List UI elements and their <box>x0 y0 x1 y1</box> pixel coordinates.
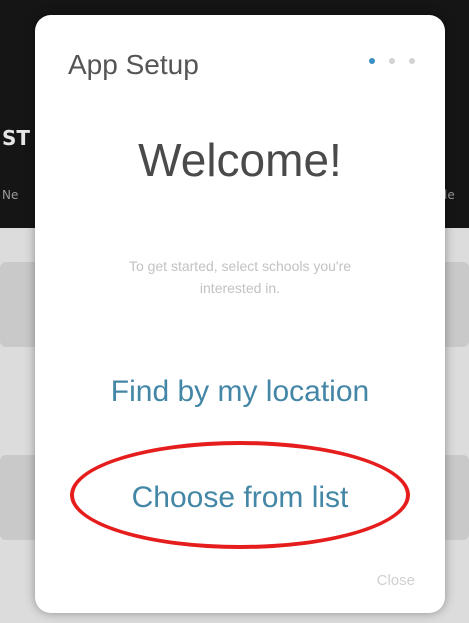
welcome-heading: Welcome! <box>138 134 342 186</box>
page-dot-active <box>369 58 375 64</box>
app-setup-dialog: App Setup Welcome! To get started, selec… <box>35 15 445 613</box>
choose-from-list-button[interactable]: Choose from list <box>35 481 445 515</box>
background-text-fragment: Ne <box>2 188 19 202</box>
page-dot <box>409 58 415 64</box>
background-text-fragment: le <box>444 188 455 202</box>
page-dot <box>389 58 395 64</box>
page-indicator <box>369 58 415 64</box>
find-by-location-button[interactable]: Find by my location <box>35 375 445 409</box>
instructions-text: To get started, select schools you're in… <box>128 258 352 296</box>
background-text-fragment: ST <box>2 126 31 150</box>
close-button[interactable]: Close <box>377 572 415 589</box>
dialog-title: App Setup <box>68 49 199 80</box>
